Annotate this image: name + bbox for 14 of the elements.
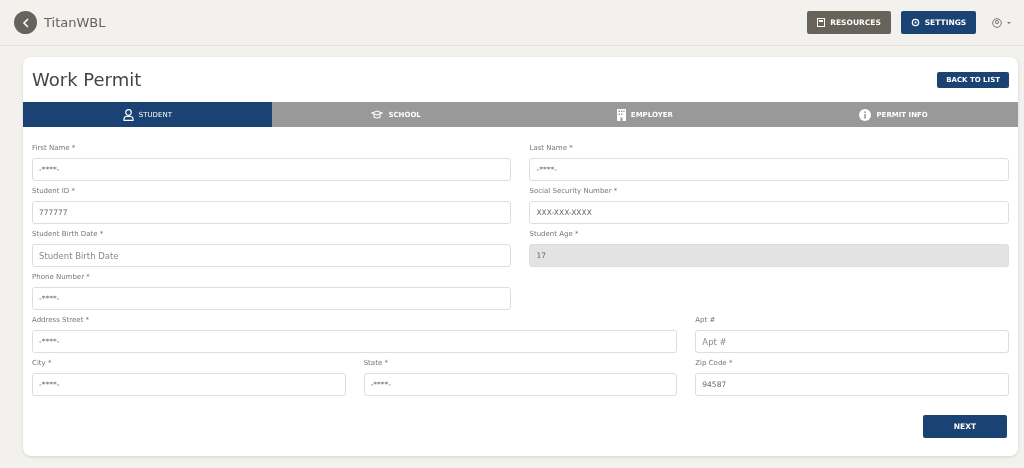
building-icon (616, 108, 626, 121)
page-title: Work Permit (32, 69, 142, 90)
person-icon (122, 108, 134, 121)
chevron-left-icon (21, 17, 30, 28)
app-name: TitanWBL (44, 15, 106, 30)
document-icon (817, 18, 826, 27)
graduation-cap-icon (371, 110, 384, 119)
info-icon (859, 108, 872, 121)
user-menu-button[interactable] (992, 17, 1012, 28)
user-avatar-icon (992, 17, 1012, 28)
back-button[interactable] (14, 11, 37, 34)
settings-icon (910, 18, 920, 27)
input-field[interactable]: Apt # (695, 330, 1009, 353)
input-field[interactable]: Student Birth Date (32, 244, 512, 267)
